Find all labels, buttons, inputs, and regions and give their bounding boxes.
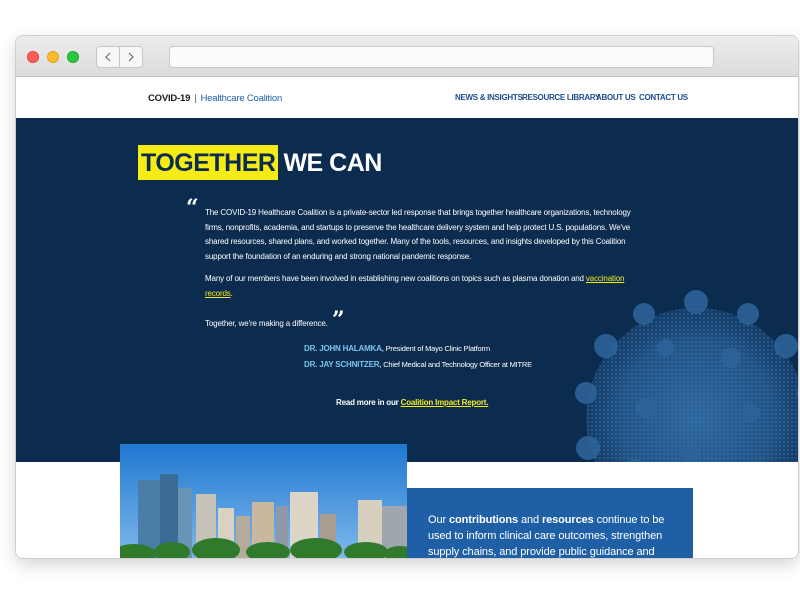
nav-contact-us[interactable]: CONTACT US [639, 93, 688, 102]
attribution-schnitzer: DR. JAY SCHNITZER, Chief Medical and Tec… [304, 360, 532, 369]
forward-button[interactable] [119, 46, 143, 68]
brand-primary: COVID-19 [148, 93, 191, 104]
read-more-text: Read more in our [336, 398, 401, 407]
together-statement: Together, we're making a difference. [205, 319, 328, 328]
hero-title: TOGETHER WE CAN [138, 145, 382, 180]
chevron-left-icon [105, 52, 111, 62]
hero-section: TOGETHER WE CAN “ The COVID-19 Healthcare… [16, 118, 798, 462]
coalition-description: The COVID-19 Healthcare Coalition is a p… [205, 208, 631, 261]
nav-resource-library[interactable]: RESOURCE LIBRARY [522, 93, 600, 102]
coalitions-period: . [230, 288, 233, 298]
impact-report-link[interactable]: Coalition Impact Report. [401, 398, 489, 407]
coalitions-paragraph: Many of our members have been involved i… [205, 272, 637, 301]
contributions-text-pre: Our [428, 514, 449, 526]
coalitions-text: Many of our members have been involved i… [205, 274, 586, 283]
coronavirus-illustration [575, 290, 798, 462]
nav-news-insights[interactable]: NEWS & INSIGHTS [455, 93, 523, 102]
attribution-title: Chief Medical and Technology Officer at … [381, 360, 532, 369]
brand-separator: | [194, 93, 197, 104]
minimize-window-button[interactable] [47, 51, 59, 63]
resources-bold: resources [541, 514, 594, 526]
attribution-halamka: DR. JOHN HALAMKA, President of Mayo Clin… [304, 344, 490, 353]
maximize-window-button[interactable] [67, 51, 79, 63]
contributions-bold: contributions [449, 514, 518, 526]
hero-title-rest: WE CAN [283, 149, 382, 177]
city-skyline-image [120, 444, 407, 558]
attribution-name: DR. JAY SCHNITZER, [304, 360, 382, 369]
chevron-right-icon [128, 52, 134, 62]
contributions-text: Our contributions and resources continue… [428, 512, 678, 558]
hero-title-highlight: TOGETHER [138, 145, 279, 180]
site-logo[interactable]: COVID-19 | Healthcare Coalition [148, 93, 282, 104]
browser-titlebar [16, 36, 798, 77]
close-quote-icon: ” [332, 307, 345, 333]
contributions-card: Our contributions and resources continue… [407, 488, 693, 558]
back-button[interactable] [96, 46, 120, 68]
open-quote-icon: “ [186, 195, 199, 221]
attribution-title: President of Mayo Clinic Platform [383, 344, 490, 353]
nav-about-us[interactable]: ABOUT US [596, 93, 636, 102]
site-header: COVID-19 | Healthcare Coalition NEWS & INS… [16, 78, 798, 118]
address-bar[interactable] [169, 46, 714, 68]
brand-secondary: Healthcare Coalition [200, 93, 283, 104]
read-more: Read more in our Coalition Impact Report… [336, 398, 488, 407]
attribution-name: DR. JOHN HALAMKA, [304, 344, 384, 353]
contributions-text-mid: and [517, 514, 542, 526]
close-window-button[interactable] [27, 51, 39, 63]
browser-window: COVID-19 | Healthcare Coalition NEWS & INS… [16, 36, 798, 558]
